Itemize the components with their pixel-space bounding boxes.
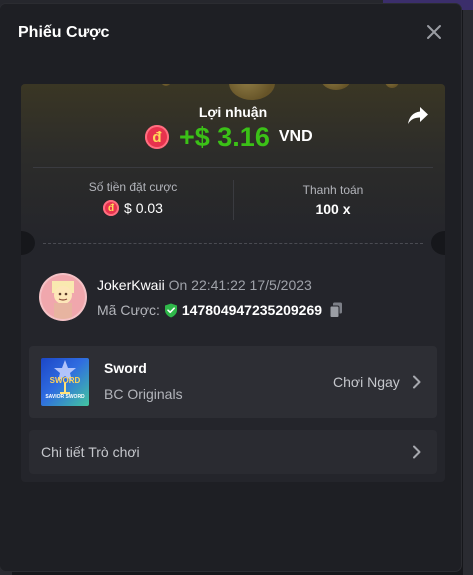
profit-row: đ +$ 3.16 VND bbox=[145, 120, 313, 154]
thumb-title: SWORD bbox=[49, 376, 81, 385]
modal-header: Phiếu Cược bbox=[0, 4, 461, 62]
profit-label: Lợi nhuận bbox=[198, 104, 268, 120]
modal-title: Phiếu Cược bbox=[18, 24, 110, 41]
chevron-right-icon bbox=[413, 375, 421, 389]
bet-id-label: Mã Cược: bbox=[97, 302, 160, 318]
game-thumbnail: SWORD SAVIOR SWORD bbox=[41, 358, 89, 406]
divider bbox=[33, 167, 433, 168]
profit-amount: +$ 3.16 bbox=[179, 121, 270, 152]
coin-decoration bbox=[321, 84, 351, 90]
game-details-row[interactable]: Chi tiết Trò chơi bbox=[29, 430, 437, 474]
player-name[interactable]: JokerKwaii bbox=[97, 277, 165, 293]
game-details-label: Chi tiết Trò chơi bbox=[41, 444, 140, 460]
share-icon[interactable] bbox=[407, 106, 429, 126]
ticket-notch-right bbox=[431, 231, 445, 255]
bet-slip-modal: Phiếu Cược Lợi nhuận đ +$ 3.16 VND Số ti… bbox=[0, 4, 461, 571]
game-card[interactable]: SWORD SAVIOR SWORD Sword BC Originals Ch… bbox=[29, 346, 437, 418]
close-icon[interactable] bbox=[424, 22, 444, 42]
thumb-subtitle: SAVIOR SWORD bbox=[45, 394, 85, 400]
bet-amount-value: đ $ 0.03 bbox=[61, 200, 205, 216]
shield-check-icon bbox=[164, 303, 177, 317]
bet-ticket: Lợi nhuận đ +$ 3.16 VND Số tiền đặt cược… bbox=[21, 84, 445, 482]
coin-decoration bbox=[161, 84, 171, 86]
payout-label: Thanh toán bbox=[302, 183, 364, 197]
game-provider: BC Originals bbox=[104, 386, 183, 402]
bet-id-value: 147804947235209269 bbox=[181, 302, 323, 318]
bet-amount-text: $ 0.03 bbox=[124, 200, 163, 216]
dong-currency-icon: đ bbox=[103, 200, 120, 216]
coin-decoration bbox=[229, 84, 275, 100]
coin-decoration bbox=[385, 84, 399, 88]
play-now-link[interactable]: Chơi Ngay bbox=[333, 374, 400, 390]
payout-value: 100 x bbox=[315, 201, 351, 217]
stat-divider bbox=[233, 180, 234, 220]
dashed-separator bbox=[43, 243, 423, 244]
bet-amount-label: Số tiền đặt cược bbox=[88, 180, 178, 194]
copy-icon[interactable] bbox=[329, 302, 343, 318]
avatar[interactable] bbox=[41, 275, 85, 319]
dong-currency-icon: đ bbox=[145, 125, 169, 149]
bet-time: On 22:41:22 17/5/2023 bbox=[168, 277, 312, 293]
player-info: JokerKwaii On 22:41:22 17/5/2023 bbox=[97, 277, 312, 293]
bet-id-row: Mã Cược: 147804947235209269 bbox=[97, 302, 343, 318]
background-page-right bbox=[463, 10, 473, 575]
avatar-character-icon bbox=[52, 281, 74, 319]
profit-unit: VND bbox=[278, 128, 313, 145]
game-name: Sword bbox=[104, 360, 147, 376]
chevron-right-icon bbox=[413, 445, 421, 459]
